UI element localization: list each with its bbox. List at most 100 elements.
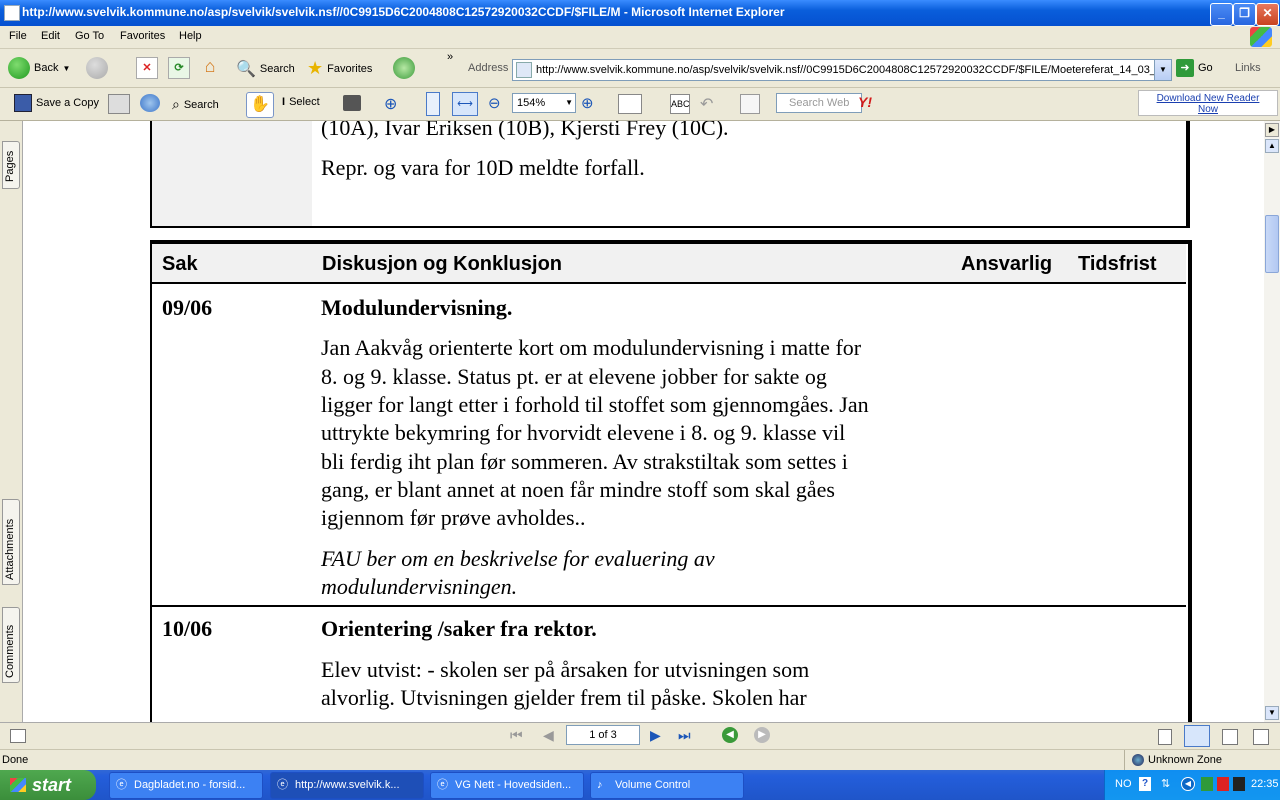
menu-help[interactable]: Help	[179, 30, 202, 42]
select-tool-button[interactable]: I Select	[282, 96, 320, 108]
menu-file[interactable]: File	[9, 30, 27, 42]
print-icon[interactable]	[108, 94, 130, 114]
panel-expand-icon[interactable]: ▶	[1265, 123, 1279, 137]
vertical-scrollbar[interactable]: ▶ ▲ ▼	[1264, 121, 1280, 722]
system-tray: NO ? ⇅ ◀ 22:35	[1104, 770, 1280, 800]
task-dagbladet[interactable]: ⓔ Dagbladet.no - forsid...	[109, 772, 263, 799]
item1-conclusion-line: FAU ber om en beskrivelse for evaluering…	[321, 546, 715, 571]
attachments-tab[interactable]: Attachments	[2, 499, 20, 585]
snapshot-icon[interactable]	[343, 95, 361, 111]
menu-edit[interactable]: Edit	[41, 30, 60, 42]
search-web-input[interactable]: Search Web	[776, 93, 862, 113]
minimize-button[interactable]: _	[1210, 3, 1233, 26]
continuous-page-icon[interactable]	[1184, 725, 1210, 747]
fit-page-icon[interactable]	[426, 92, 440, 116]
address-value: http://www.svelvik.kommune.no/asp/svelvi…	[536, 64, 1157, 76]
facing-pages-icon[interactable]	[1222, 729, 1238, 745]
next-view-icon[interactable]: ▶	[754, 727, 770, 743]
last-page-icon[interactable]: ⏭	[678, 727, 691, 744]
scroll-thumb[interactable]	[1265, 215, 1279, 273]
previous-page-icon[interactable]: ◀	[543, 727, 554, 744]
next-page-icon[interactable]: ▶	[650, 727, 661, 744]
document-view[interactable]: (10A), Ivar Eriksen (10B), Kjersti Frey …	[0, 121, 1264, 722]
zoom-level-input[interactable]: 154% ▼	[512, 93, 576, 113]
zoom-plus-icon[interactable]: ⊕	[581, 94, 594, 112]
attachments-tab-label: Attachments	[4, 518, 16, 580]
binoculars-icon: ⌕	[172, 96, 180, 112]
status-text: Done	[2, 754, 29, 766]
item1-title: Modulundervisning.	[321, 295, 513, 320]
item2-number: 10/06	[162, 616, 213, 641]
task-label: Volume Control	[615, 779, 691, 791]
fit-width-icon[interactable]: ⟷	[452, 92, 478, 116]
address-dropdown-icon[interactable]: ▼	[1154, 60, 1171, 80]
reader-search-button[interactable]: ⌕ Search	[172, 96, 219, 113]
menu-bar: File Edit Go To Favorites Help	[0, 26, 1280, 49]
comments-tab[interactable]: Comments	[2, 607, 20, 683]
email-icon[interactable]	[140, 94, 160, 112]
zoom-in-icon[interactable]: ⊕	[384, 94, 397, 114]
navigation-panel: Pages Attachments Comments	[0, 121, 23, 722]
maximize-button[interactable]: ❐	[1233, 3, 1256, 26]
windows-flag-icon	[10, 778, 26, 792]
download-reader-link[interactable]: Download New Reader Now	[1138, 90, 1278, 116]
network-icon[interactable]: ⇅	[1161, 777, 1170, 790]
copy-icon[interactable]	[740, 94, 760, 114]
links-label[interactable]: Links	[1235, 62, 1261, 74]
favorites-button[interactable]: ★ Favorites	[307, 58, 372, 79]
header-ansvarlig: Ansvarlig	[961, 253, 1053, 275]
scroll-down-icon[interactable]: ▼	[1265, 706, 1279, 720]
stop-icon[interactable]: ✕	[136, 57, 158, 79]
tray-app-icon[interactable]	[1217, 777, 1229, 791]
help-icon[interactable]: ?	[1139, 777, 1151, 791]
ie-page-icon	[4, 5, 20, 21]
start-label: start	[32, 775, 72, 795]
save-copy-label: Save a Copy	[36, 97, 99, 109]
task-svelvik[interactable]: ⓔ http://www.svelvik.k...	[270, 772, 424, 799]
item1-body-line: bli ferdig iht plan før sommeren. Av str…	[321, 449, 848, 474]
home-icon[interactable]: ⌂	[199, 56, 221, 78]
pages-tab[interactable]: Pages	[2, 141, 20, 189]
item1-body-line: igjennom før prøve avholdes..	[321, 505, 586, 530]
item1-body-line: 8. og 9. klasse. Status pt. er at eleven…	[321, 364, 827, 389]
item2-body-line: alvorlig. Utvisningen gjelder frem til p…	[321, 685, 807, 710]
tray-app-icon[interactable]	[1233, 777, 1245, 791]
spellcheck-icon[interactable]: ABC	[670, 94, 690, 114]
hand-tool-icon[interactable]: ✋	[246, 92, 274, 118]
start-button[interactable]: start	[0, 770, 96, 800]
back-button[interactable]: Back ▼	[8, 57, 70, 79]
search-button[interactable]: 🔍 Search	[236, 59, 295, 79]
page-number-input[interactable]: 1 of 3	[566, 725, 640, 745]
page-options-icon[interactable]	[10, 729, 26, 743]
item1-body-line: uttrykte bekymring for hvorvidt elevene …	[321, 420, 846, 445]
scroll-up-icon[interactable]: ▲	[1265, 139, 1279, 153]
go-button[interactable]: ➜ Go	[1176, 59, 1213, 77]
zoom-dropdown-icon[interactable]: ▼	[565, 94, 573, 112]
page-layout-icon[interactable]	[618, 94, 642, 114]
history-icon[interactable]	[393, 57, 415, 79]
clock[interactable]: 22:35	[1251, 778, 1279, 790]
save-copy-button[interactable]: Save a Copy	[14, 94, 99, 112]
menu-favorites[interactable]: Favorites	[120, 30, 165, 42]
rotate-icon[interactable]: ↶	[700, 94, 713, 114]
task-vg-nett[interactable]: ⓔ VG Nett - Hovedsiden...	[430, 772, 584, 799]
toolbar-chevron-icon[interactable]: »	[447, 51, 453, 63]
task-volume-control[interactable]: ♪ Volume Control	[590, 772, 744, 799]
absence-text: Repr. og vara for 10D meldte forfall.	[321, 155, 645, 180]
first-page-icon[interactable]: ⏮	[510, 727, 523, 744]
continuous-facing-icon[interactable]	[1253, 729, 1269, 745]
task-label: http://www.svelvik.k...	[295, 779, 400, 791]
header-diskusjon: Diskusjon og Konklusjon	[322, 253, 563, 275]
tray-app-icon[interactable]	[1201, 777, 1213, 791]
zoom-out-icon[interactable]: ⊖	[488, 94, 501, 112]
address-input[interactable]: http://www.svelvik.kommune.no/asp/svelvi…	[512, 59, 1172, 81]
forward-button[interactable]	[86, 57, 108, 79]
previous-view-icon[interactable]: ◀	[722, 727, 738, 743]
refresh-icon[interactable]: ⟳	[168, 57, 190, 79]
language-indicator[interactable]: NO	[1115, 778, 1132, 790]
close-button[interactable]: ✕	[1256, 3, 1279, 26]
single-page-icon[interactable]	[1158, 729, 1172, 745]
tray-expand-icon[interactable]: ◀	[1181, 777, 1195, 791]
menu-goto[interactable]: Go To	[75, 30, 104, 42]
yahoo-icon[interactable]: Y!	[858, 94, 872, 110]
